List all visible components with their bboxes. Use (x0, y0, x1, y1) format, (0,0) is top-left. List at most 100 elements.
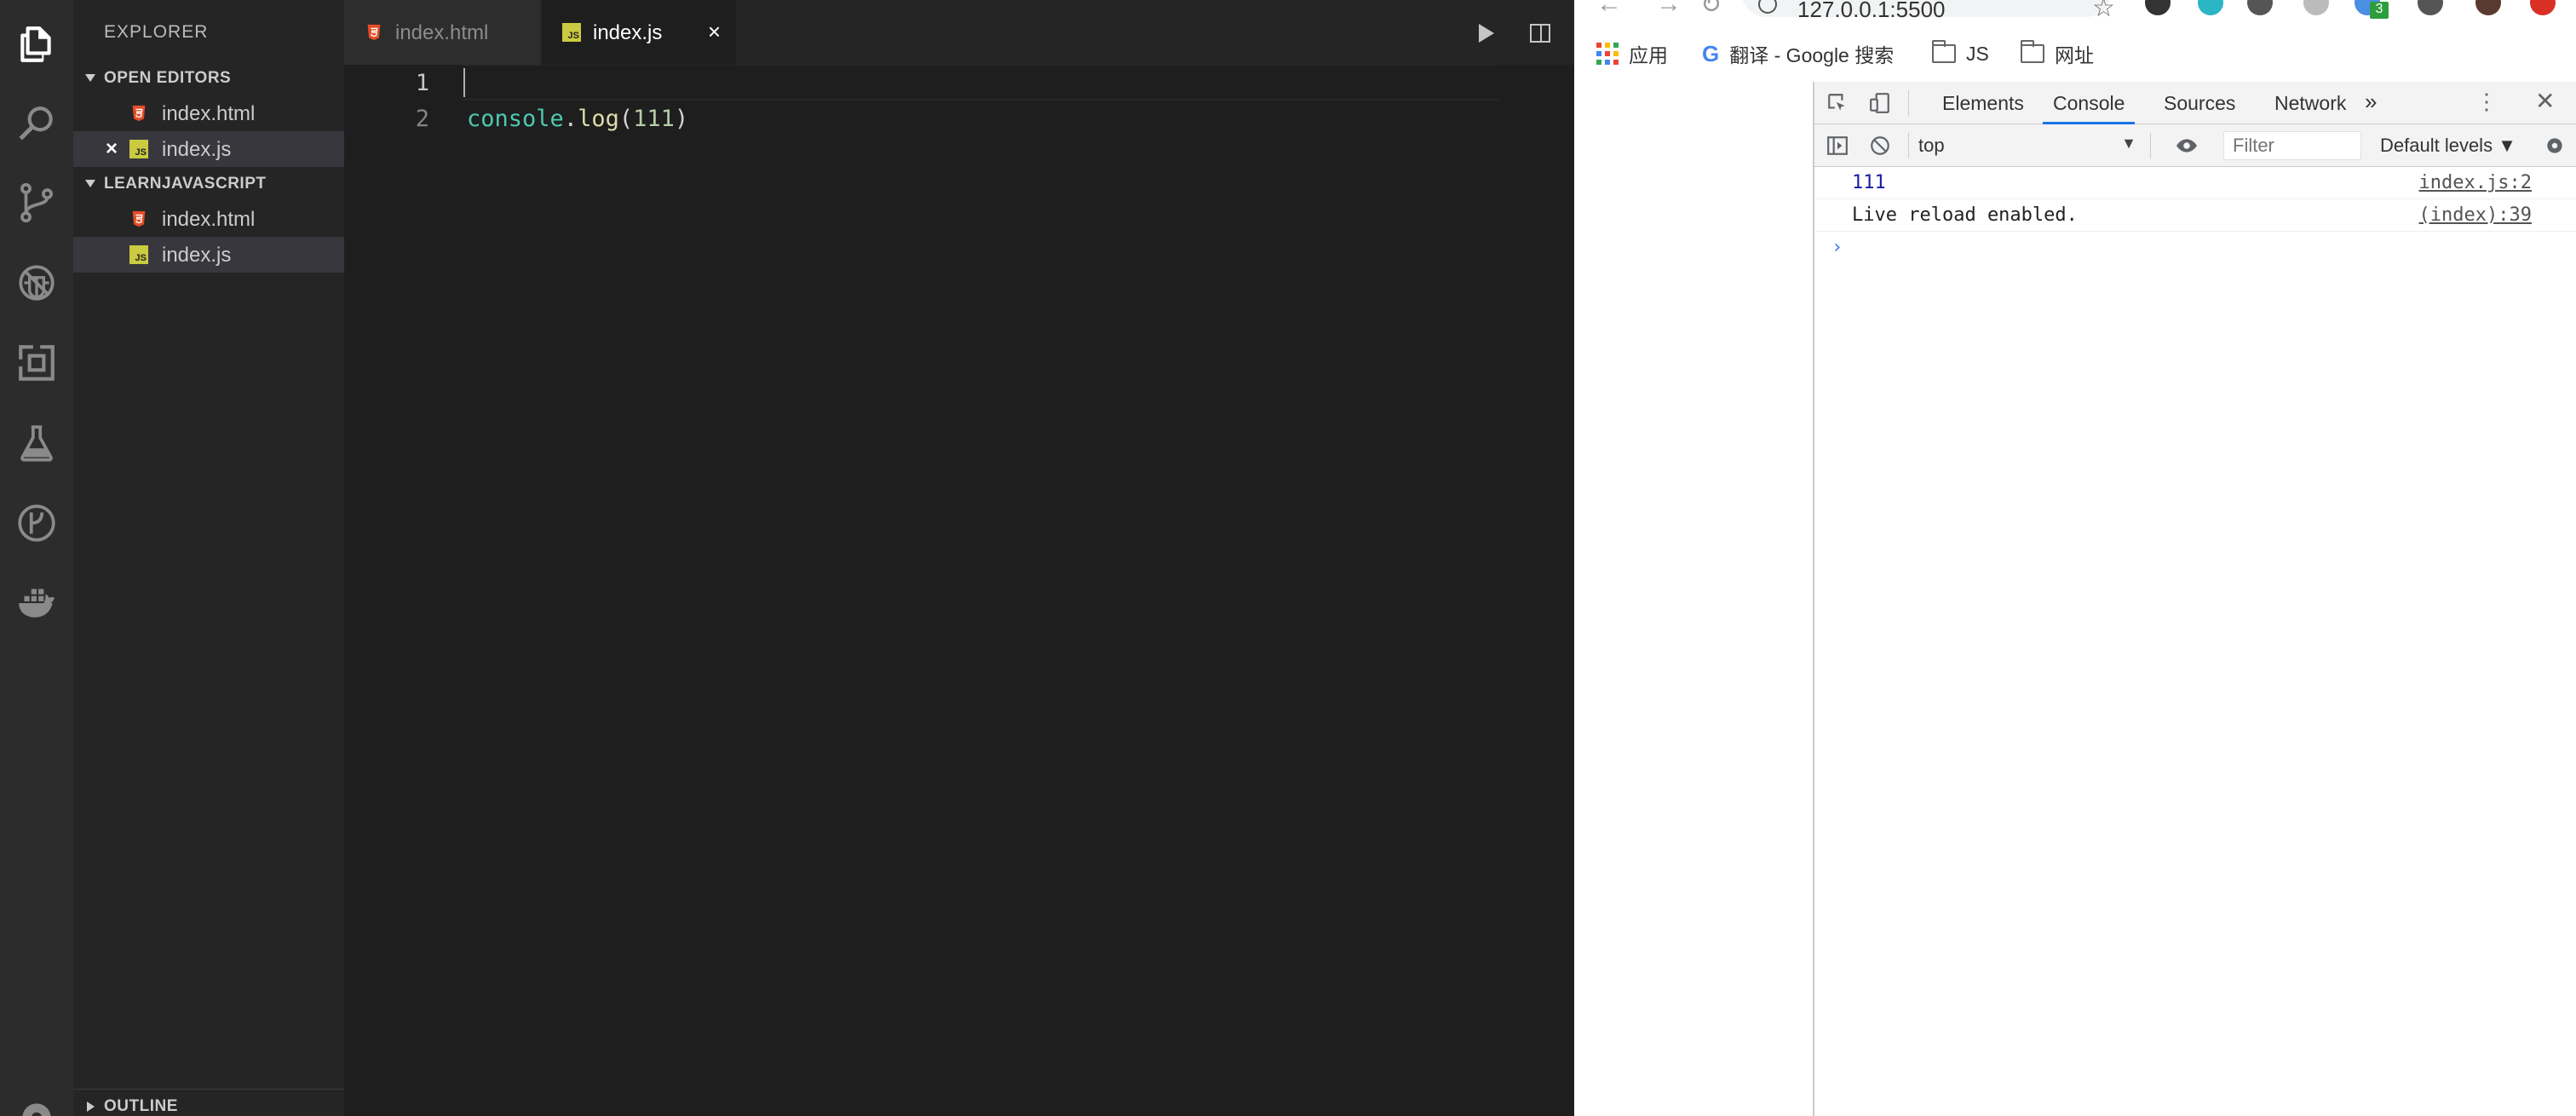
chevron-down-icon (85, 180, 95, 187)
close-devtools-icon[interactable]: ✕ (2535, 87, 2555, 115)
gitlens-icon[interactable] (11, 498, 62, 549)
forward-arrow-icon[interactable]: → (1656, 0, 1682, 19)
back-arrow-icon[interactable]: ← (1596, 0, 1622, 19)
text-cursor (463, 68, 465, 97)
tab-sources[interactable]: Sources (2164, 92, 2235, 115)
browser-toolbar: ← → ↻ 127.0.0.1:5500 ☆ 3 (1574, 0, 2576, 22)
current-line-highlight (463, 65, 1499, 101)
docker-icon[interactable] (11, 578, 62, 629)
console-output: 111 index.js:2 Live reload enabled. (ind… (1814, 167, 2576, 264)
line-number: 2 (415, 106, 429, 132)
chrome-window: ← → ↻ 127.0.0.1:5500 ☆ 3 应用 G 翻译 - Googl… (1574, 0, 2576, 1116)
more-tabs-chevron-icon[interactable]: » (2365, 89, 2377, 115)
bookmark-folder-js[interactable]: JS (1932, 39, 1989, 68)
extension-icon[interactable] (2303, 0, 2329, 15)
tab-index-html[interactable]: index.html (344, 0, 540, 65)
bookmark-star-icon[interactable]: ☆ (2092, 0, 2115, 23)
html5-file-icon (129, 210, 148, 228)
folder-icon (2021, 40, 2044, 63)
page-viewport[interactable] (1574, 82, 1813, 1116)
filter-input[interactable] (2223, 131, 2361, 160)
split-editor-icon[interactable] (1530, 24, 1550, 43)
tab-console[interactable]: Console (2053, 92, 2125, 115)
close-icon[interactable]: × (106, 137, 118, 161)
sidebar-toggle-icon[interactable] (1826, 135, 1849, 157)
dropdown-arrow-icon: ▼ (2121, 135, 2136, 152)
outline-header[interactable]: OUTLINE (73, 1089, 344, 1116)
divider (2150, 133, 2151, 158)
console-toolbar: top ▼ Default levels ▼ (1814, 124, 2576, 167)
open-editors-header[interactable]: OPEN EDITORS (73, 61, 344, 95)
source-link[interactable]: (index):39 (2419, 204, 2532, 226)
javascript-file-icon: JS (129, 140, 148, 158)
code-editor[interactable]: 1 2 console.log(111) (344, 65, 1574, 1116)
log-levels-dropdown[interactable]: Default levels ▼ (2380, 135, 2516, 157)
editor-actions (1472, 0, 1574, 65)
test-flask-icon[interactable] (11, 417, 62, 469)
console-prompt[interactable]: › (1814, 232, 2576, 264)
extension-badge: 3 (2370, 2, 2389, 19)
explorer-title: EXPLORER (104, 22, 209, 42)
extension-icon[interactable] (2530, 0, 2556, 15)
more-options-icon[interactable]: ⋮ (2475, 89, 2498, 115)
editor-tabbar: index.html JS index.js × (344, 0, 1574, 65)
media-icon[interactable] (2418, 0, 2443, 15)
avatar[interactable] (2475, 0, 2501, 15)
chevron-right-icon (87, 1102, 95, 1112)
files-icon[interactable] (11, 19, 62, 70)
device-toolbar-icon[interactable] (1869, 92, 1891, 114)
vscode-window: EXPLORER OPEN EDITORS index.html × JS in… (0, 0, 1574, 1116)
url-text: 127.0.0.1:5500 (1797, 0, 1946, 22)
html5-file-icon (129, 104, 148, 123)
editor-area: index.html JS index.js × 1 2 console.log… (344, 0, 1574, 1116)
source-link[interactable]: index.js:2 (2419, 172, 2532, 193)
open-editor-item[interactable]: index.html (73, 95, 344, 131)
console-settings-gear-icon[interactable] (2544, 135, 2566, 157)
clear-console-icon[interactable] (1869, 135, 1891, 157)
tab-index-js[interactable]: JS index.js × (542, 0, 736, 65)
console-message: 111 index.js:2 (1814, 167, 2576, 199)
extensions-icon[interactable] (11, 337, 62, 388)
devtools-tabbar: Elements Console Sources Network » ⋮ ✕ (1814, 82, 2576, 124)
divider (1908, 133, 1909, 158)
activity-bar (0, 0, 73, 1116)
bookmark-folder-urls[interactable]: 网址 (2021, 39, 2094, 68)
settings-gear-icon[interactable] (11, 1092, 62, 1116)
bookmarks-bar: 应用 G 翻译 - Google 搜索 JS 网址 (1574, 34, 2576, 73)
explorer-sidebar: EXPLORER OPEN EDITORS index.html × JS in… (73, 0, 344, 1116)
json-extension-icon[interactable] (2247, 0, 2273, 15)
file-tree-item[interactable]: index.html (73, 201, 344, 237)
javascript-file-icon: JS (562, 23, 581, 42)
context-selector[interactable]: top ▼ (1918, 135, 2136, 157)
extension-icon[interactable] (2145, 0, 2171, 15)
chevron-down-icon (85, 74, 95, 82)
code-text: console.log(111) (467, 106, 689, 132)
extension-icon[interactable] (2198, 0, 2223, 15)
debug-icon[interactable] (11, 257, 62, 308)
source-control-icon[interactable] (11, 177, 62, 228)
eye-icon[interactable] (2176, 135, 2198, 157)
line-number: 1 (415, 70, 429, 96)
info-icon[interactable] (1758, 0, 1777, 14)
tab-elements[interactable]: Elements (1942, 92, 2024, 115)
tab-network[interactable]: Network (2274, 92, 2346, 115)
bookmark-apps[interactable]: 应用 (1596, 39, 1668, 68)
open-editor-item[interactable]: × JS index.js (73, 131, 344, 167)
console-message: Live reload enabled. (index):39 (1814, 199, 2576, 232)
reload-icon[interactable]: ↻ (1700, 0, 1722, 20)
search-icon[interactable] (11, 99, 62, 150)
file-tree-item[interactable]: JS index.js (73, 237, 344, 273)
screen: EXPLORER OPEN EDITORS index.html × JS in… (0, 0, 2576, 1116)
run-icon[interactable] (1479, 24, 1494, 43)
bookmark-google-translate[interactable]: G 翻译 - Google 搜索 (1702, 39, 1894, 68)
javascript-file-icon: JS (129, 245, 148, 264)
devtools-panel: Elements Console Sources Network » ⋮ ✕ t… (1813, 82, 2576, 1116)
prompt-chevron-icon: › (1831, 237, 1843, 258)
divider (1908, 90, 1909, 116)
html5-file-icon (365, 23, 383, 48)
apps-grid-icon (1596, 43, 1619, 65)
address-bar[interactable]: 127.0.0.1:5500 (1741, 0, 2111, 22)
inspect-element-icon[interactable] (1826, 92, 1849, 114)
close-tab-icon[interactable]: × (708, 19, 721, 45)
project-folder-header[interactable]: LEARNJAVASCRIPT (73, 167, 344, 201)
